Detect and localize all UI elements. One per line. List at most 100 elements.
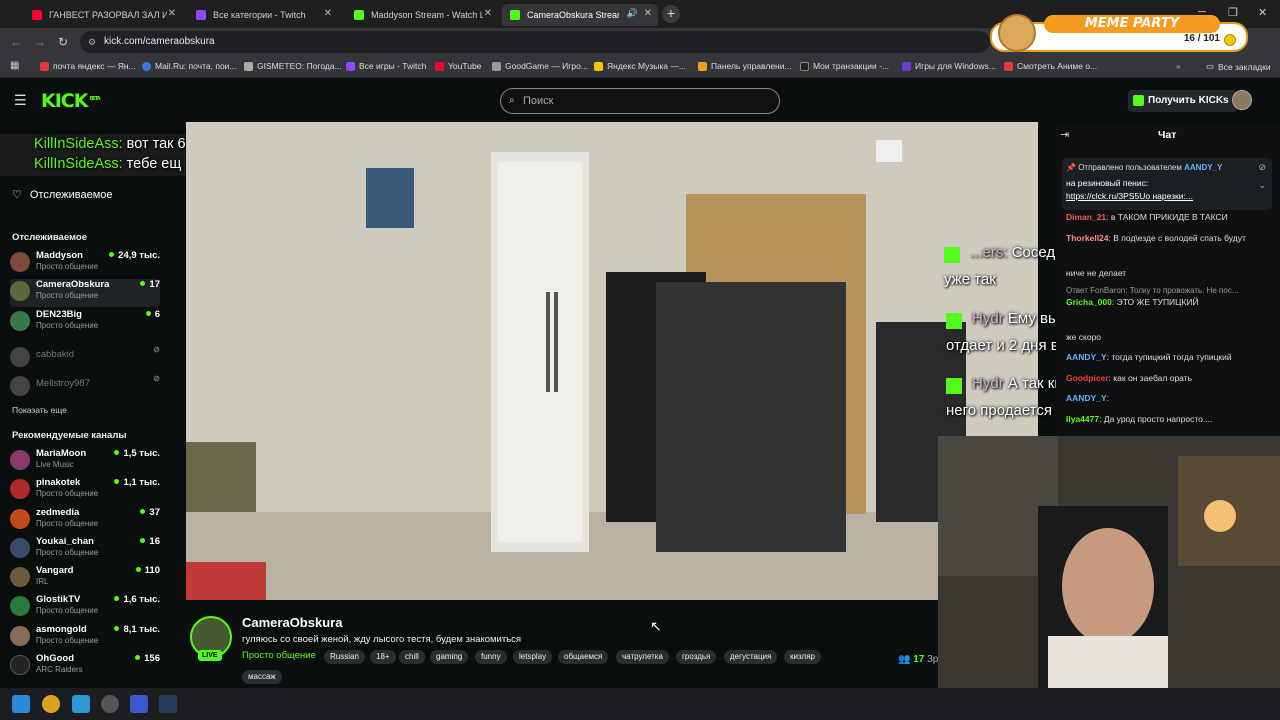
close-icon[interactable]: ✕ [168, 8, 176, 19]
channel-category: Просто общение [36, 262, 99, 271]
menu-icon[interactable]: ☰ [14, 92, 27, 109]
chat-username[interactable]: AANDY_Y [1066, 393, 1107, 403]
viewer-count: 6 [146, 309, 160, 320]
sidebar-channel[interactable]: pinakotek Просто общение 1,1 тыс. [10, 477, 160, 505]
obs-icon[interactable] [101, 695, 119, 713]
stream-tag[interactable]: чатрулетка [616, 650, 669, 664]
video-player[interactable] [186, 122, 1038, 600]
meme-party-widget: MEME PARTY 16 / 101 [990, 14, 1248, 52]
channel-name[interactable]: CameraObskura [242, 615, 342, 630]
sidebar-channel-active[interactable]: CameraObskura Просто общение 17 [10, 279, 160, 307]
bookmark[interactable]: Мои транзакции -... [800, 61, 889, 71]
chat-username[interactable]: Gricha_000 [1066, 297, 1112, 307]
bookmark[interactable]: Яндекс Музыка —... [594, 61, 686, 71]
site-info-icon[interactable]: ⚙ [88, 31, 96, 53]
bookmark[interactable]: YouTube [435, 61, 481, 71]
avatar[interactable] [1232, 90, 1252, 110]
chevron-down-icon[interactable]: ⌄ [1258, 180, 1266, 191]
stream-tag[interactable]: общаемся [558, 650, 609, 664]
sidebar-channel[interactable]: DEN23Big Просто общение 6 [10, 309, 160, 337]
close-icon[interactable]: ✕ [484, 8, 492, 19]
apps-icon[interactable]: ▦ [10, 60, 19, 71]
viewer-count: 16 [140, 536, 160, 547]
back-icon[interactable]: ← [10, 35, 22, 49]
bookmark[interactable]: GISMETEO: Погода... [244, 61, 342, 71]
stream-tag[interactable]: дегустация [724, 650, 778, 664]
stream-tag[interactable]: гроздья [676, 650, 717, 664]
kick-logo[interactable]: KICK BETA [41, 90, 101, 112]
chat-username[interactable]: AANDY_Y [1066, 352, 1107, 362]
all-bookmarks[interactable]: ▭ Все закладки [1206, 61, 1271, 72]
sidebar-channel[interactable]: zedmedia Просто общение 37 [10, 507, 160, 535]
forward-icon[interactable]: → [34, 35, 46, 49]
chat-text: В под\ездe с володей спать будут [1113, 233, 1246, 243]
stream-tag[interactable]: letsplay [513, 650, 553, 664]
sidebar-channel[interactable]: Vangard IRL 110 [10, 565, 160, 593]
stream-tag[interactable]: 18+ [370, 650, 396, 664]
bookmark[interactable]: Игры для Windows... [902, 61, 996, 71]
browser-tab-active[interactable]: CameraObskura Stream - W 🔊 ✕ [502, 4, 658, 26]
bookmark-label: почта яндекс — Ян... [53, 61, 136, 71]
pinned-message[interactable]: 📌 Отправлено пользователем AANDY_Y на ре… [1062, 158, 1272, 210]
stream-info: LIVE CameraObskura гуляюсь со своей жено… [186, 600, 938, 688]
steam-icon[interactable] [159, 695, 177, 713]
uptime: 3р [927, 654, 939, 665]
chat-username[interactable]: Diman_21 [1066, 212, 1106, 222]
sidebar-channel[interactable]: asmongold Просто общение 8,1 тыс. [10, 624, 160, 652]
speaker-icon[interactable]: 🔊 [627, 8, 638, 19]
bookmark[interactable]: Смотреть Аниме о... [1004, 61, 1097, 71]
sidebar-channel-offline[interactable]: Mellstroy987 ⊘ [10, 374, 160, 402]
stream-tag[interactable]: funny [475, 650, 507, 664]
browser-tab[interactable]: ГАНВЕСТ РАЗОРВАЛ ЗАЛ И ВС ✕ [24, 4, 182, 26]
bookmark[interactable]: Mail.Ru: почта, пои... [142, 61, 237, 71]
browser-tab[interactable]: Все категории - Twitch ✕ [188, 4, 338, 26]
new-tab-button[interactable]: + [662, 5, 680, 23]
windows-start-icon[interactable] [12, 695, 30, 713]
sidebar-channel-offline[interactable]: cabbakid ⊘ [10, 345, 160, 373]
more-bookmarks-icon[interactable]: » [1176, 61, 1181, 71]
sidebar-item-following[interactable]: ♡ Отслеживаемое [12, 188, 113, 201]
bookmark[interactable]: почта яндекс — Ян... [40, 61, 136, 71]
viewer-count: 8,1 тыс. [114, 624, 160, 635]
stream-category[interactable]: Просто общение [242, 650, 316, 661]
chat-username[interactable]: Thorkell24 [1066, 233, 1109, 243]
get-kicks-button[interactable]: Получить KICKs [1128, 90, 1237, 112]
bookmark[interactable]: Все игры - Twitch [346, 61, 426, 71]
close-icon[interactable]: ✕ [644, 8, 652, 19]
telegram-icon[interactable] [72, 695, 90, 713]
sidebar-channel[interactable]: Youkai_chan Просто общение 16 [10, 536, 160, 564]
url-text: kick.com/cameraobskura [104, 36, 215, 47]
viewer-count: 17 [140, 279, 160, 290]
overlay-text: уже так [944, 271, 996, 288]
chat-username[interactable]: Ilya4477 [1066, 414, 1099, 424]
close-icon[interactable]: ✕ [324, 8, 332, 19]
sidebar-channel[interactable]: OhGood ARC Raiders 156 [10, 653, 160, 681]
browser-tab[interactable]: Maddyson Stream - Watch Live ✕ [346, 4, 498, 26]
stream-tag[interactable]: кизляр [784, 650, 821, 664]
reload-icon[interactable]: ↻ [58, 35, 68, 49]
close-window-icon[interactable]: ✕ [1258, 6, 1267, 19]
bookmark[interactable]: Панель управлени... [698, 61, 792, 71]
bookmark[interactable]: GoodGame — Игро... [492, 61, 588, 71]
stream-tag[interactable]: gaming [430, 650, 469, 664]
sidebar-channel[interactable]: MariaMoon Live Music 1,5 тыс. [10, 448, 160, 476]
search-input[interactable]: ⌕ Поиск [500, 88, 780, 114]
kick-icon [946, 313, 962, 329]
chat-message: Ilya4477: Да урод просто напросто.... [1066, 414, 1213, 424]
chat-username[interactable]: Goodpicer [1066, 373, 1109, 383]
stream-tag[interactable]: массаж [242, 670, 282, 684]
all-bookmarks-label: Все закладки [1218, 61, 1271, 72]
url-field[interactable]: ⚙ kick.com/cameraobskura [80, 31, 990, 53]
pinned-link[interactable]: https://clck.ru/3PS5Uo нарезки:... [1066, 191, 1193, 201]
sidebar-channel[interactable]: GlostikTV Просто общение 1,6 тыс. [10, 594, 160, 622]
unpin-icon[interactable]: ⊘ [1258, 162, 1266, 173]
stream-tag[interactable]: Russian [324, 650, 365, 664]
kicks-label: Получить KICKs [1148, 95, 1229, 106]
stream-tag[interactable]: chill [399, 650, 425, 664]
chrome-icon[interactable] [42, 695, 60, 713]
collapse-chat-icon[interactable]: ⇥ [1060, 128, 1069, 141]
sidebar-channel[interactable]: Maddyson Просто общение 24,9 тыс. [10, 250, 160, 278]
bookmark-label: Яндекс Музыка —... [607, 61, 686, 71]
save-icon[interactable] [130, 695, 148, 713]
show-more-link[interactable]: Показать еще [12, 405, 67, 415]
